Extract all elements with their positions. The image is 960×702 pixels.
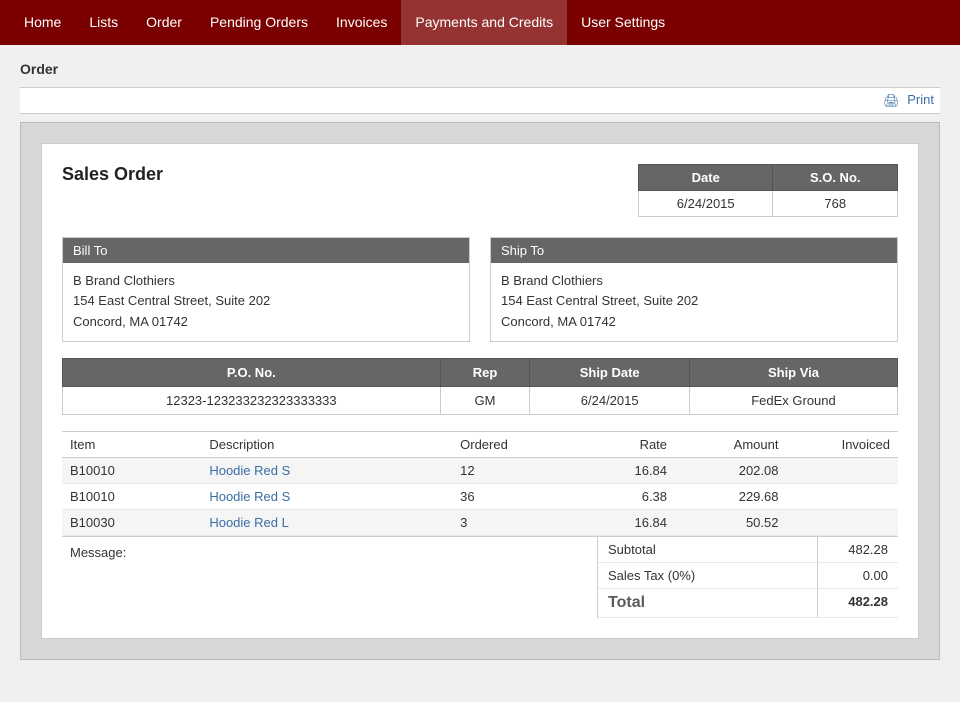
description-cell: Hoodie Red S	[201, 457, 452, 483]
so-no-value: 768	[773, 190, 898, 216]
print-icon: 🖨	[883, 93, 900, 109]
rate-cell: 16.84	[564, 457, 675, 483]
ship-to-header: Ship To	[491, 238, 897, 263]
message-area: Message:	[62, 537, 598, 618]
nav-user-settings[interactable]: User Settings	[567, 0, 679, 45]
bill-to-line3: Concord, MA 01742	[73, 312, 459, 333]
amount-cell: 202.08	[675, 457, 786, 483]
item-cell: B10010	[62, 483, 201, 509]
rate-cell: 16.84	[564, 509, 675, 535]
items-table: Item Description Ordered Rate Amount Inv…	[62, 431, 898, 536]
description-cell: Hoodie Red S	[201, 483, 452, 509]
item-cell: B10030	[62, 509, 201, 535]
nav-payments-credits[interactable]: Payments and Credits	[401, 0, 567, 45]
rate-cell: 6.38	[564, 483, 675, 509]
ordered-cell: 36	[452, 483, 563, 509]
rep-value: GM	[440, 386, 530, 414]
amount-cell: 50.52	[675, 509, 786, 535]
nav-home[interactable]: Home	[10, 0, 75, 45]
sales-tax-label: Sales Tax (0%)	[598, 563, 818, 588]
so-date-table: Date S.O. No. 6/24/2015 768	[638, 164, 898, 217]
item-cell: B10010	[62, 457, 201, 483]
ship-to-line2: 154 East Central Street, Suite 202	[501, 291, 887, 312]
item-col-header: Item	[62, 431, 201, 457]
ship-to-box: Ship To B Brand Clothiers 154 East Centr…	[490, 237, 898, 342]
page-title: Order	[20, 61, 940, 77]
invoiced-cell	[786, 509, 898, 535]
so-header: Sales Order Date S.O. No. 6/24/2015 768	[62, 164, 898, 217]
ship-date-value: 6/24/2015	[530, 386, 690, 414]
bill-to-line2: 154 East Central Street, Suite 202	[73, 291, 459, 312]
amount-cell: 229.68	[675, 483, 786, 509]
page-content: Order 🖨 Print Sales Order Date S.O. No.	[0, 45, 960, 676]
ship-via-value: FedEx Ground	[689, 386, 897, 414]
subtotal-label: Subtotal	[598, 537, 818, 562]
ordered-col-header: Ordered	[452, 431, 563, 457]
order-container: Sales Order Date S.O. No. 6/24/2015 768	[20, 122, 940, 660]
print-button[interactable]: 🖨 Print	[883, 92, 934, 107]
nav-pending-orders[interactable]: Pending Orders	[196, 0, 322, 45]
sales-tax-value: 0.00	[818, 563, 898, 588]
rep-header: Rep	[440, 358, 530, 386]
total-row: Total 482.28	[598, 589, 898, 618]
invoiced-cell	[786, 457, 898, 483]
bill-to-body: B Brand Clothiers 154 East Central Stree…	[63, 263, 469, 341]
invoiced-col-header: Invoiced	[786, 431, 898, 457]
bill-to-line1: B Brand Clothiers	[73, 271, 459, 292]
bill-to-header: Bill To	[63, 238, 469, 263]
main-nav: Home Lists Order Pending Orders Invoices…	[0, 0, 960, 45]
table-row: B10010 Hoodie Red S 12 16.84 202.08	[62, 457, 898, 483]
ship-to-line3: Concord, MA 01742	[501, 312, 887, 333]
nav-order[interactable]: Order	[132, 0, 196, 45]
subtotal-value: 482.28	[818, 537, 898, 562]
date-header: Date	[639, 164, 773, 190]
sales-tax-row: Sales Tax (0%) 0.00	[598, 563, 898, 589]
print-bar: 🖨 Print	[20, 87, 940, 114]
ship-via-header: Ship Via	[689, 358, 897, 386]
amount-col-header: Amount	[675, 431, 786, 457]
bill-to-box: Bill To B Brand Clothiers 154 East Centr…	[62, 237, 470, 342]
address-row: Bill To B Brand Clothiers 154 East Centr…	[62, 237, 898, 342]
total-label: Total	[598, 589, 818, 617]
ship-to-body: B Brand Clothiers 154 East Central Stree…	[491, 263, 897, 341]
subtotal-row: Subtotal 482.28	[598, 537, 898, 563]
ship-date-header: Ship Date	[530, 358, 690, 386]
nav-lists[interactable]: Lists	[75, 0, 132, 45]
table-row: B10010 Hoodie Red S 36 6.38 229.68	[62, 483, 898, 509]
description-cell: Hoodie Red L	[201, 509, 452, 535]
description-col-header: Description	[201, 431, 452, 457]
rate-col-header: Rate	[564, 431, 675, 457]
table-row: B10030 Hoodie Red L 3 16.84 50.52	[62, 509, 898, 535]
ship-to-line1: B Brand Clothiers	[501, 271, 887, 292]
ordered-cell: 3	[452, 509, 563, 535]
date-value: 6/24/2015	[639, 190, 773, 216]
message-label: Message:	[70, 545, 126, 560]
totals-area: Subtotal 482.28 Sales Tax (0%) 0.00 Tota…	[598, 537, 898, 618]
po-no-value: 12323-123233232323333333	[63, 386, 441, 414]
sales-order-card: Sales Order Date S.O. No. 6/24/2015 768	[41, 143, 919, 639]
info-table: P.O. No. Rep Ship Date Ship Via 12323-12…	[62, 358, 898, 415]
total-value: 482.28	[818, 589, 898, 617]
so-no-header: S.O. No.	[773, 164, 898, 190]
invoiced-cell	[786, 483, 898, 509]
nav-invoices[interactable]: Invoices	[322, 0, 401, 45]
bottom-section: Message: Subtotal 482.28 Sales Tax (0%) …	[62, 536, 898, 618]
ordered-cell: 12	[452, 457, 563, 483]
po-no-header: P.O. No.	[63, 358, 441, 386]
so-title: Sales Order	[62, 164, 163, 185]
